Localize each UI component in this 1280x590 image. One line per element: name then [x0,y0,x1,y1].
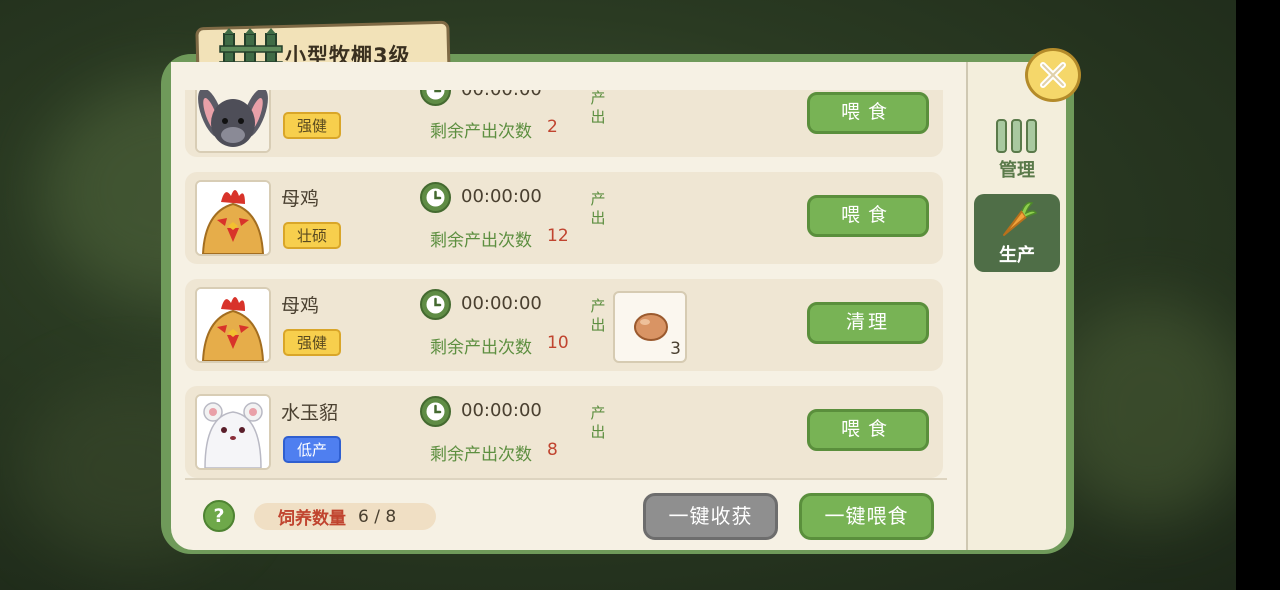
remaining-output-count: 8 [547,440,558,460]
trait-badge: 强健 [283,329,341,356]
product-slot[interactable]: 3 [613,291,687,363]
trait-badge: 强健 [283,112,341,139]
remaining-output-label: 剩余产出次数 [430,122,532,142]
clean-button[interactable]: 清理 [807,302,929,344]
feed-button[interactable]: 喂食 [807,92,929,134]
hen-icon [197,182,269,254]
tab-manage-label: 管理 [999,160,1035,181]
animal-name: 母鸡 [281,188,320,210]
feed-button[interactable]: 喂食 [807,409,929,451]
remaining-output-count: 12 [547,226,569,246]
trait-badge: 壮硕 [283,222,341,249]
feed-button[interactable]: 喂食 [807,195,929,237]
animal-avatar [195,180,271,256]
feed-all-button[interactable]: 一键喂食 [799,493,934,540]
animal-name: 水玉貂 [281,402,339,424]
product-count: 3 [670,339,681,359]
fence-icon [996,119,1037,153]
remaining-output-label: 剩余产出次数 [430,338,532,358]
harvest-all-button[interactable]: 一键收获 [643,493,778,540]
tab-produce[interactable]: 生产 [974,194,1060,272]
clock-icon [420,182,451,213]
carrot-icon [1003,201,1038,236]
help-button[interactable]: ? [203,500,235,532]
egg-icon [634,313,668,341]
animal-avatar [195,287,271,363]
breeding-count-label: 饲养数量 [278,509,346,529]
ermine-icon [197,396,269,468]
screen-edge [1236,0,1280,590]
animal-row: 母鸡 强健 00:00:00 剩余产出次数 10 产出 3 清理 [185,279,943,371]
breeding-count-box: 饲养数量 6 / 8 [254,503,436,530]
trait-badge: 低产 [283,436,341,463]
close-button[interactable] [1025,48,1081,102]
list-divider [185,478,947,480]
produce-label: 产出 [590,297,606,334]
hen-icon [197,289,269,361]
remaining-output-label: 剩余产出次数 [430,445,532,465]
background-foliage [1050,300,1250,520]
produce-label: 产出 [590,190,606,227]
list-top-clip [185,62,943,90]
remaining-output-count: 2 [547,117,558,137]
produce-label: 产出 [590,89,606,126]
remaining-output-count: 10 [547,333,569,353]
production-timer: 00:00:00 [461,400,542,421]
production-timer: 00:00:00 [461,293,542,314]
animal-row: 母鸡 壮硕 00:00:00 剩余产出次数 12 产出 喂食 [185,172,943,264]
close-icon [1040,62,1066,88]
animal-avatar [195,394,271,470]
clock-icon [420,289,451,320]
production-timer: 00:00:00 [461,186,542,207]
tab-manage[interactable]: 管理 [974,110,1060,188]
tab-produce-label: 生产 [999,245,1035,266]
breeding-count-value: 6 / 8 [358,506,397,527]
remaining-output-label: 剩余产出次数 [430,231,532,251]
animal-name: 母鸡 [281,295,320,317]
animal-row: 水玉貂 低产 00:00:00 剩余产出次数 8 产出 喂食 [185,386,943,478]
produce-label: 产出 [590,404,606,441]
clock-icon [420,396,451,427]
